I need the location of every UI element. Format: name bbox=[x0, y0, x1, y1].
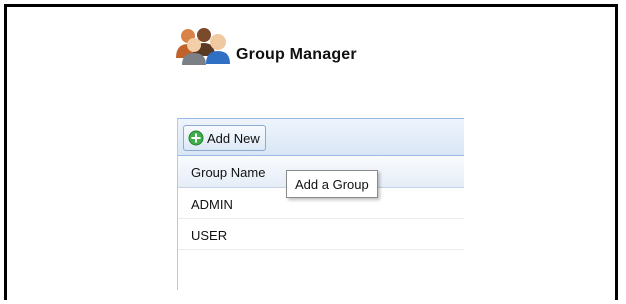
add-circle-icon bbox=[188, 130, 207, 146]
add-group-tooltip: Add a Group bbox=[286, 170, 378, 198]
add-new-label: Add New bbox=[207, 130, 260, 146]
table-row[interactable]: USER bbox=[178, 220, 464, 250]
page-header: Group Manager bbox=[174, 26, 357, 66]
page-title: Group Manager bbox=[236, 46, 357, 63]
column-header-label: Group Name bbox=[191, 165, 266, 180]
group-grid: Add New Group Name ADMIN USER bbox=[177, 118, 464, 290]
group-name-cell: ADMIN bbox=[191, 197, 233, 212]
add-new-button[interactable]: Add New bbox=[183, 125, 266, 151]
grid-toolbar: Add New bbox=[178, 118, 464, 156]
group-name-cell: USER bbox=[191, 228, 228, 243]
group-users-icon bbox=[174, 26, 234, 66]
